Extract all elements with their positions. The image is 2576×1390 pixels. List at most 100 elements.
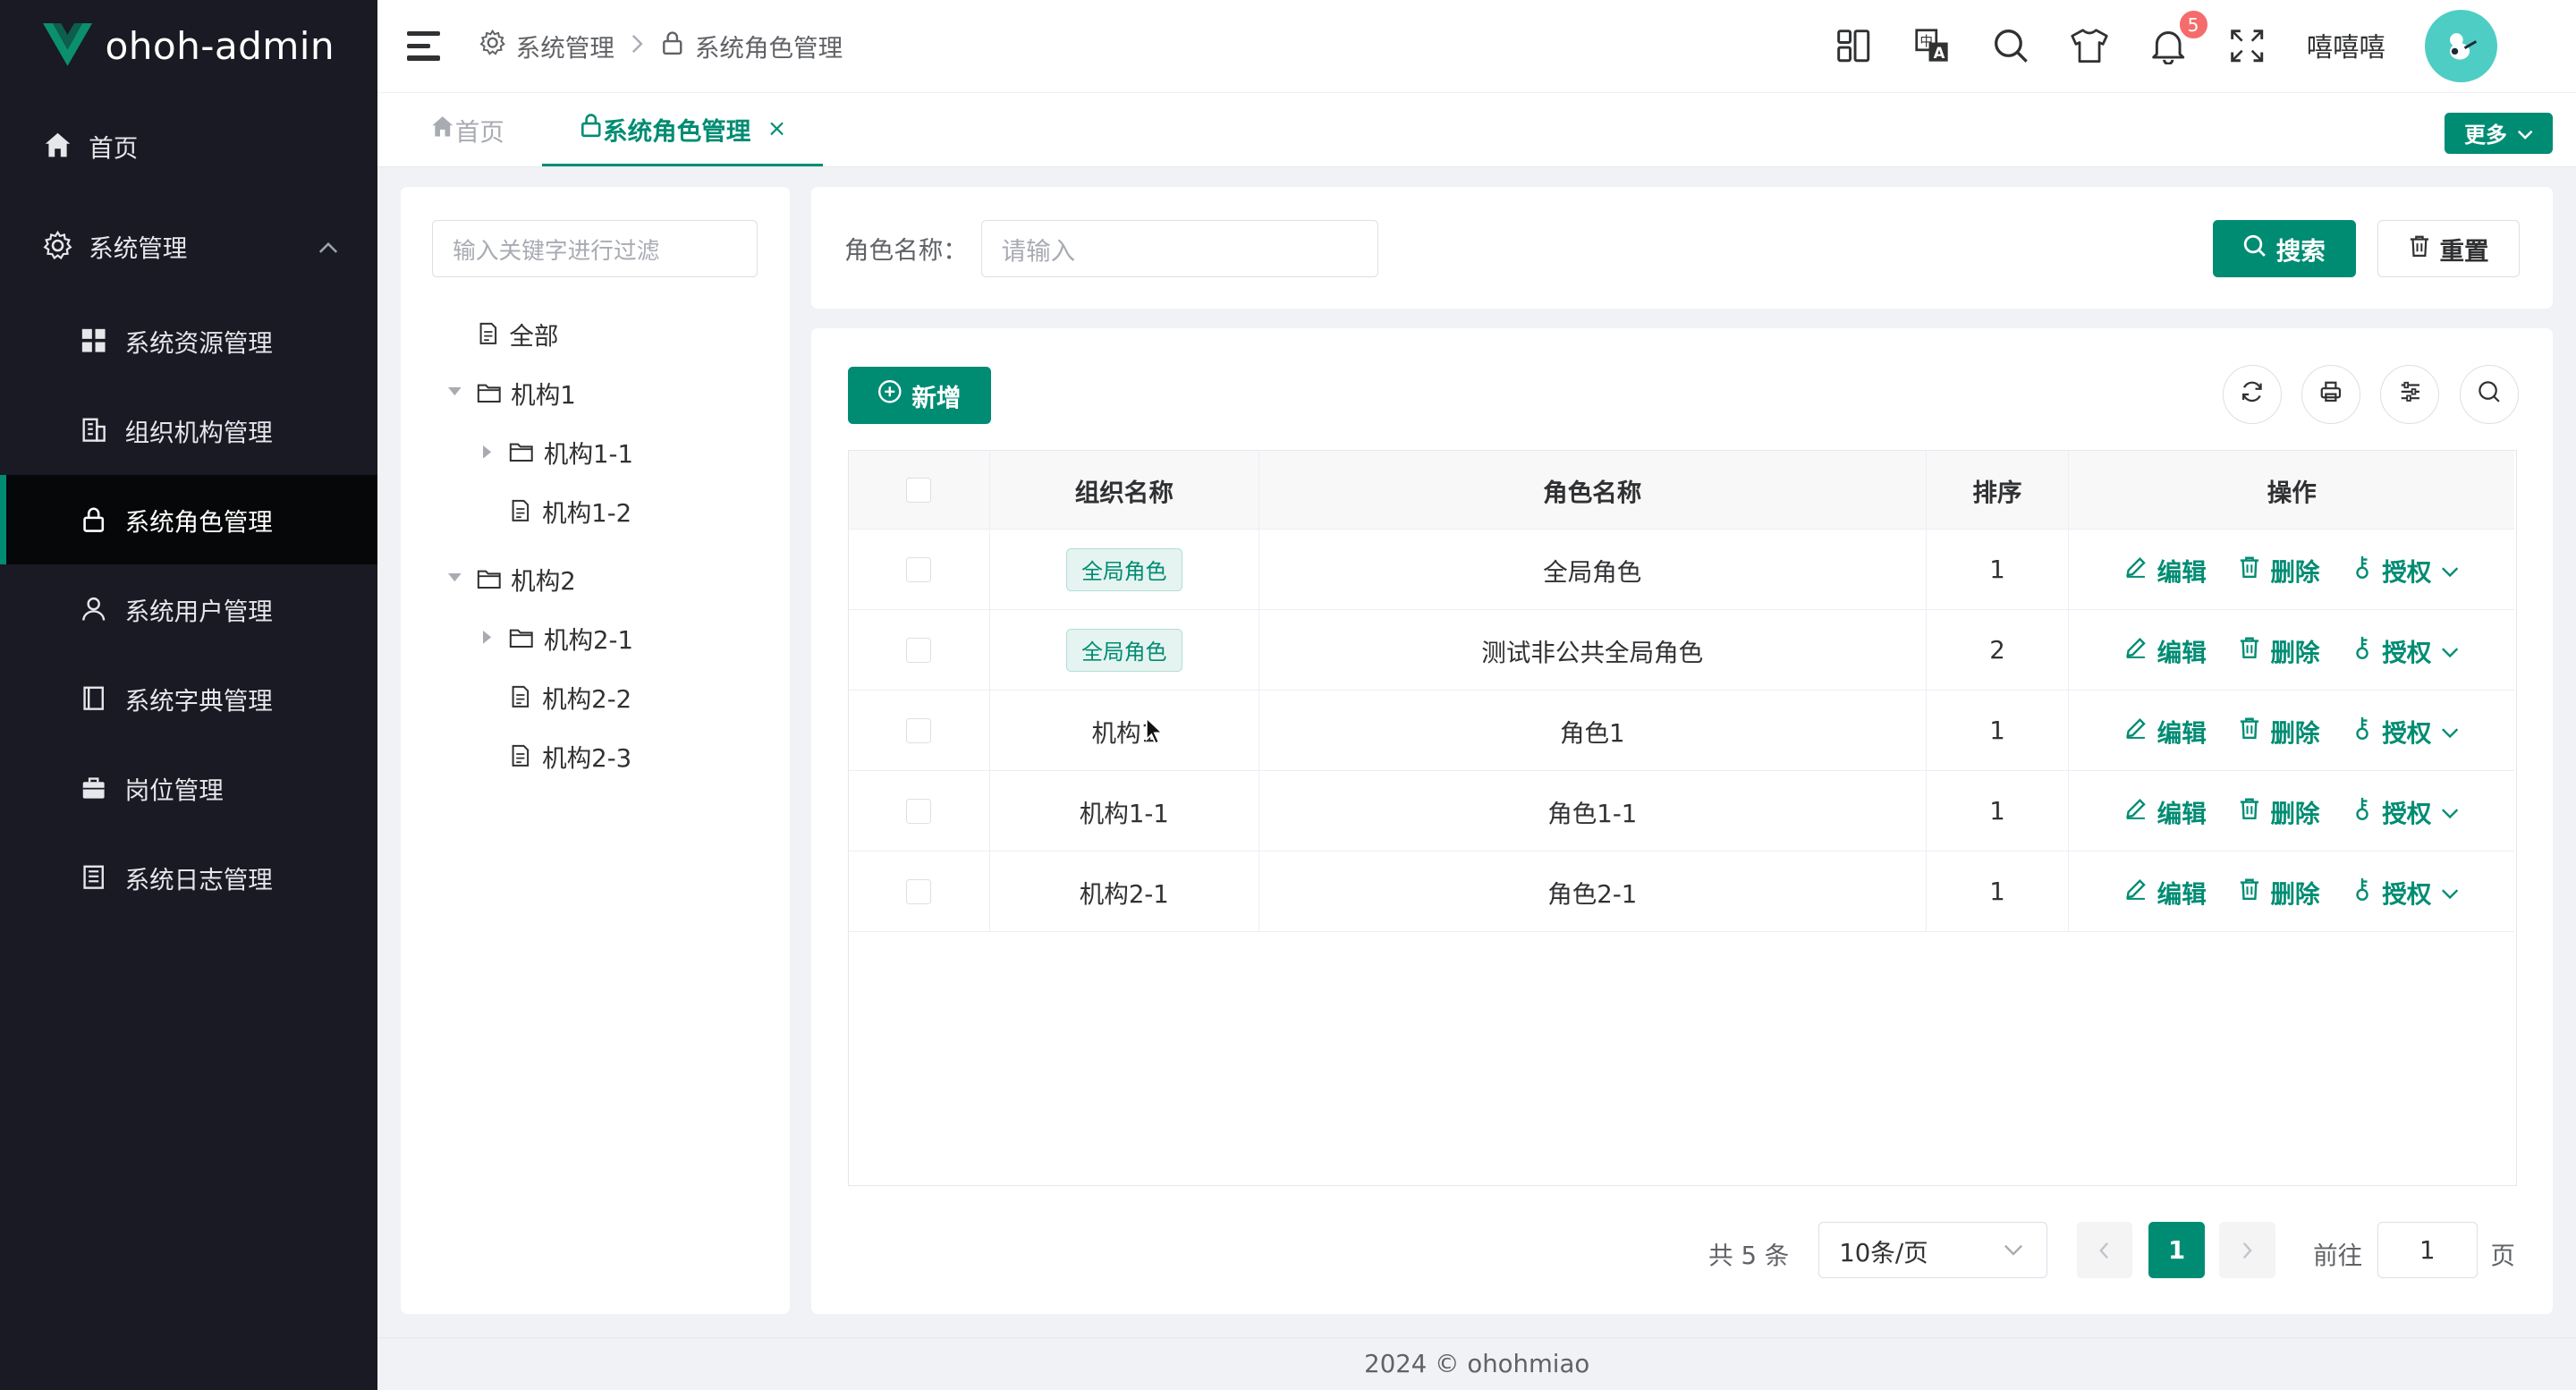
roles-table: 组织名称 角色名称 排序 操作 全局角色 全局角色 1 编辑 删除 授权 全局角… [847,450,2517,1187]
edit-button[interactable]: 编辑 [2124,793,2207,829]
table-row: 全局角色 全局角色 1 编辑 删除 授权 [848,530,2515,611]
caret-right-icon [479,631,496,644]
app-root: ohoh-admin 首页 系统管理 系统资源管理 组织机构管理 系统角色管理 … [0,0,2576,1390]
org-tree-panel: 输入关键字进行过滤 全部 机构1 机构1-1 机构1-2 机构2 机构2-1 机… [401,187,791,1315]
sidebar-item-home[interactable]: 首页 [0,96,377,196]
bell-icon[interactable]: 5 [2148,10,2208,65]
logo[interactable]: ohoh-admin [0,0,377,92]
print-button[interactable] [2301,364,2361,424]
row-checkbox[interactable] [906,557,931,582]
role-name-input[interactable]: 请输入 [980,220,1378,278]
grant-label: 授权 [2382,799,2432,828]
chevron-down-icon [2441,797,2459,826]
tree-node-label: 全部 [509,321,559,351]
tree-node-org1[interactable]: 机构1 [447,373,576,412]
delete-button[interactable]: 删除 [2239,713,2319,749]
tree-node-org2-3[interactable]: 机构2-3 [509,736,631,776]
printer-icon [2319,379,2343,410]
briefcase-icon [79,774,108,803]
column-settings-button[interactable] [2380,364,2440,424]
refresh-button[interactable] [2223,364,2283,424]
breadcrumb: 系统管理 系统角色管理 [479,28,843,64]
grant-dropdown[interactable]: 授权 [2352,874,2459,910]
edit-button[interactable]: 编辑 [2124,874,2207,910]
translate-icon[interactable]: 中A [1912,26,1952,65]
more-label: 更多 [2464,123,2507,148]
table-row: 机构1 角色1 1 编辑 删除 授权 [848,691,2515,772]
sidebar-item-org[interactable]: 组织机构管理 [0,386,377,475]
reset-button[interactable]: 重置 [2377,220,2521,278]
header-actions: 中A 5 嘻嘻嘻 [1834,0,2497,92]
grant-dropdown[interactable]: 授权 [2352,552,2459,588]
tree-node-org2-1[interactable]: 机构2-1 [479,618,633,657]
goto-label: 前往 [2313,1242,2363,1271]
toggle-search-button[interactable] [2459,364,2519,424]
tree-filter-input[interactable]: 输入关键字进行过滤 [432,220,758,278]
search-button[interactable]: 搜索 [2213,220,2356,278]
org-name: 机构2-1 [1079,879,1169,909]
tab-home[interactable]: 首页 [430,93,504,167]
row-checkbox[interactable] [906,718,931,743]
chevron-down-icon [2441,877,2459,906]
row-checkbox[interactable] [906,799,931,824]
folder-icon [477,382,502,403]
sidebar-item-logs[interactable]: 系统日志管理 [0,833,377,922]
close-icon[interactable]: × [767,115,787,142]
fullscreen-icon[interactable] [2228,26,2267,65]
delete-button[interactable]: 删除 [2239,793,2319,829]
avatar[interactable] [2424,10,2497,82]
sidebar-item-roles[interactable]: 系统角色管理 [0,474,378,565]
grant-dropdown[interactable]: 授权 [2352,713,2459,749]
edit-icon [2124,877,2148,907]
sidebar-item-posts[interactable]: 岗位管理 [0,743,377,833]
table-row: 机构1-1 角色1-1 1 编辑 删除 授权 [848,771,2515,852]
layout-icon[interactable] [1834,26,1873,65]
row-checkbox[interactable] [906,879,931,904]
select-all-checkbox[interactable] [906,478,931,503]
collapse-menu-icon[interactable] [407,30,441,61]
username[interactable]: 嘻嘻嘻 [2307,27,2385,64]
delete-label: 删除 [2270,879,2320,909]
edit-button[interactable]: 编辑 [2124,713,2207,749]
tab-roles[interactable]: 系统角色管理 × [542,93,823,167]
tree-node-org1-1[interactable]: 机构1-1 [479,432,633,471]
sidebar-group-system[interactable]: 系统管理 [0,196,377,296]
delete-button[interactable]: 删除 [2239,552,2319,588]
tree-node-label: 机构2-3 [542,743,632,773]
tree-node-org1-2[interactable]: 机构1-2 [509,491,631,530]
grant-dropdown[interactable]: 授权 [2352,632,2459,668]
breadcrumb-item[interactable]: 系统管理 [516,28,614,64]
sidebar-item-dict[interactable]: 系统字典管理 [0,654,377,743]
tab-label: 系统角色管理 [603,116,751,146]
tree-node-org2[interactable]: 机构2 [447,558,576,598]
role-name: 角色2-1 [1547,879,1638,909]
add-role-button[interactable]: 新增 [847,366,991,424]
page-size-select[interactable]: 10条/页 [1818,1222,2047,1278]
sidebar-item-users[interactable]: 系统用户管理 [0,564,377,654]
goto-page-input[interactable]: 1 [2377,1222,2478,1278]
grid-icon [79,326,108,355]
row-checkbox[interactable] [906,638,931,663]
tree-node-all[interactable]: 全部 [477,314,559,353]
logo-text: ohoh-admin [105,23,335,68]
search-icon[interactable] [1991,26,2030,65]
sidebar-item-resources[interactable]: 系统资源管理 [0,296,377,386]
next-page-button[interactable] [2219,1222,2275,1278]
trash-icon [2409,234,2430,264]
sidebar-item-label: 系统资源管理 [124,328,273,358]
tree-node-org2-2[interactable]: 机构2-2 [509,677,631,716]
page-number-button[interactable]: 1 [2148,1222,2205,1278]
theme-shirt-icon[interactable] [2070,26,2109,65]
sidebar-item-label: 岗位管理 [124,776,224,806]
page-suffix: 页 [2490,1242,2515,1271]
grant-dropdown[interactable]: 授权 [2352,793,2459,829]
home-icon [430,114,455,146]
delete-button[interactable]: 删除 [2239,632,2319,668]
edit-button[interactable]: 编辑 [2124,632,2207,668]
prev-page-button[interactable] [2076,1222,2133,1278]
edit-button[interactable]: 编辑 [2124,552,2207,588]
tabs-bar: 首页 系统角色管理 × 更多 [377,91,2576,168]
more-tabs-button[interactable]: 更多 [2445,112,2554,154]
sidebar-item-label: 系统字典管理 [124,687,273,716]
delete-button[interactable]: 删除 [2239,874,2319,910]
